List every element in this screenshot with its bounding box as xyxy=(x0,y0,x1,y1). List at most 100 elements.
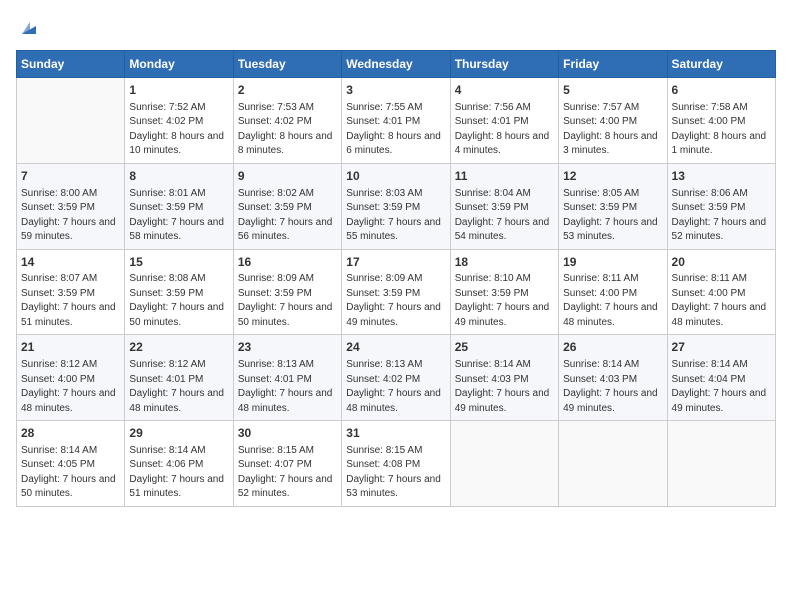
day-number: 1 xyxy=(129,82,228,99)
day-info: Sunrise: 8:10 AMSunset: 3:59 PMDaylight:… xyxy=(455,272,554,330)
day-info: Sunrise: 8:07 AMSunset: 3:59 PMDaylight:… xyxy=(21,272,120,330)
day-number: 28 xyxy=(21,425,120,442)
day-cell: 21 Sunrise: 8:12 AMSunset: 4:00 PMDayligh… xyxy=(17,335,125,421)
day-number: 23 xyxy=(238,339,337,356)
day-number: 31 xyxy=(346,425,445,442)
logo-icon xyxy=(18,16,40,38)
day-cell: 4 Sunrise: 7:56 AMSunset: 4:01 PMDaylight… xyxy=(450,78,558,164)
day-info: Sunrise: 8:15 AMSunset: 4:07 PMDaylight:… xyxy=(238,444,337,502)
day-info: Sunrise: 8:05 AMSunset: 3:59 PMDaylight:… xyxy=(563,187,662,245)
day-cell xyxy=(450,421,558,507)
day-info: Sunrise: 8:06 AMSunset: 3:59 PMDaylight:… xyxy=(672,187,771,245)
day-info: Sunrise: 8:03 AMSunset: 3:59 PMDaylight:… xyxy=(346,187,445,245)
header-cell-monday: Monday xyxy=(125,51,233,78)
day-info: Sunrise: 7:55 AMSunset: 4:01 PMDaylight:… xyxy=(346,101,445,159)
logo xyxy=(16,16,40,38)
day-number: 15 xyxy=(129,254,228,271)
week-row-1: 1 Sunrise: 7:52 AMSunset: 4:02 PMDaylight… xyxy=(17,78,776,164)
day-cell xyxy=(559,421,667,507)
header-cell-saturday: Saturday xyxy=(667,51,775,78)
day-cell: 20Sunrise: 8:11 AMSunset: 4:00 PMDayligh… xyxy=(667,249,775,335)
week-row-4: 21 Sunrise: 8:12 AMSunset: 4:00 PMDayligh… xyxy=(17,335,776,421)
day-info: Sunrise: 8:08 AMSunset: 3:59 PMDaylight:… xyxy=(129,272,228,330)
day-number: 16 xyxy=(238,254,337,271)
day-info: Sunrise: 8:12 AMSunset: 4:00 PMDaylight:… xyxy=(21,358,120,416)
day-info: Sunrise: 8:00 AMSunset: 3:59 PMDaylight:… xyxy=(21,187,120,245)
calendar-table: SundayMondayTuesdayWednesdayThursdayFrid… xyxy=(16,50,776,507)
day-cell: 1 Sunrise: 7:52 AMSunset: 4:02 PMDaylight… xyxy=(125,78,233,164)
day-cell: 14Sunrise: 8:07 AMSunset: 3:59 PMDayligh… xyxy=(17,249,125,335)
day-info: Sunrise: 7:53 AMSunset: 4:02 PMDaylight:… xyxy=(238,101,337,159)
day-number: 11 xyxy=(455,168,554,185)
day-number: 21 xyxy=(21,339,120,356)
day-number: 27 xyxy=(672,339,771,356)
day-info: Sunrise: 8:14 AMSunset: 4:06 PMDaylight:… xyxy=(129,444,228,502)
day-number: 6 xyxy=(672,82,771,99)
day-number: 19 xyxy=(563,254,662,271)
day-info: Sunrise: 8:14 AMSunset: 4:04 PMDaylight:… xyxy=(672,358,771,416)
day-cell: 12 Sunrise: 8:05 AMSunset: 3:59 PMDayligh… xyxy=(559,163,667,249)
day-number: 17 xyxy=(346,254,445,271)
header-cell-friday: Friday xyxy=(559,51,667,78)
day-number: 22 xyxy=(129,339,228,356)
day-number: 30 xyxy=(238,425,337,442)
day-info: Sunrise: 8:11 AMSunset: 4:00 PMDaylight:… xyxy=(672,272,771,330)
day-info: Sunrise: 8:13 AMSunset: 4:01 PMDaylight:… xyxy=(238,358,337,416)
day-number: 14 xyxy=(21,254,120,271)
day-cell: 22 Sunrise: 8:12 AMSunset: 4:01 PMDayligh… xyxy=(125,335,233,421)
day-number: 26 xyxy=(563,339,662,356)
week-row-2: 7 Sunrise: 8:00 AMSunset: 3:59 PMDaylight… xyxy=(17,163,776,249)
day-cell: 27 Sunrise: 8:14 AMSunset: 4:04 PMDayligh… xyxy=(667,335,775,421)
week-row-5: 28 Sunrise: 8:14 AMSunset: 4:05 PMDayligh… xyxy=(17,421,776,507)
day-cell: 9Sunrise: 8:02 AMSunset: 3:59 PMDaylight… xyxy=(233,163,341,249)
day-number: 7 xyxy=(21,168,120,185)
day-info: Sunrise: 7:58 AMSunset: 4:00 PMDaylight:… xyxy=(672,101,771,159)
day-cell: 2 Sunrise: 7:53 AMSunset: 4:02 PMDaylight… xyxy=(233,78,341,164)
day-cell: 23 Sunrise: 8:13 AMSunset: 4:01 PMDayligh… xyxy=(233,335,341,421)
day-cell xyxy=(667,421,775,507)
day-cell: 24 Sunrise: 8:13 AMSunset: 4:02 PMDayligh… xyxy=(342,335,450,421)
day-cell: 11 Sunrise: 8:04 AMSunset: 3:59 PMDayligh… xyxy=(450,163,558,249)
day-cell: 10Sunrise: 8:03 AMSunset: 3:59 PMDayligh… xyxy=(342,163,450,249)
week-row-3: 14Sunrise: 8:07 AMSunset: 3:59 PMDayligh… xyxy=(17,249,776,335)
day-number: 29 xyxy=(129,425,228,442)
header-row: SundayMondayTuesdayWednesdayThursdayFrid… xyxy=(17,51,776,78)
day-cell: 29 Sunrise: 8:14 AMSunset: 4:06 PMDayligh… xyxy=(125,421,233,507)
day-info: Sunrise: 7:57 AMSunset: 4:00 PMDaylight:… xyxy=(563,101,662,159)
day-number: 8 xyxy=(129,168,228,185)
day-cell: 5 Sunrise: 7:57 AMSunset: 4:00 PMDaylight… xyxy=(559,78,667,164)
day-number: 12 xyxy=(563,168,662,185)
day-cell: 19Sunrise: 8:11 AMSunset: 4:00 PMDayligh… xyxy=(559,249,667,335)
day-info: Sunrise: 8:04 AMSunset: 3:59 PMDaylight:… xyxy=(455,187,554,245)
day-cell: 6 Sunrise: 7:58 AMSunset: 4:00 PMDaylight… xyxy=(667,78,775,164)
day-info: Sunrise: 8:02 AMSunset: 3:59 PMDaylight:… xyxy=(238,187,337,245)
day-number: 18 xyxy=(455,254,554,271)
day-info: Sunrise: 8:14 AMSunset: 4:03 PMDaylight:… xyxy=(455,358,554,416)
day-number: 3 xyxy=(346,82,445,99)
day-info: Sunrise: 8:09 AMSunset: 3:59 PMDaylight:… xyxy=(238,272,337,330)
day-cell: 15Sunrise: 8:08 AMSunset: 3:59 PMDayligh… xyxy=(125,249,233,335)
day-cell: 28 Sunrise: 8:14 AMSunset: 4:05 PMDayligh… xyxy=(17,421,125,507)
day-info: Sunrise: 7:56 AMSunset: 4:01 PMDaylight:… xyxy=(455,101,554,159)
day-cell: 13Sunrise: 8:06 AMSunset: 3:59 PMDayligh… xyxy=(667,163,775,249)
day-cell: 3 Sunrise: 7:55 AMSunset: 4:01 PMDaylight… xyxy=(342,78,450,164)
header-cell-sunday: Sunday xyxy=(17,51,125,78)
day-info: Sunrise: 8:15 AMSunset: 4:08 PMDaylight:… xyxy=(346,444,445,502)
day-number: 4 xyxy=(455,82,554,99)
page-header xyxy=(16,16,776,38)
day-cell: 17Sunrise: 8:09 AMSunset: 3:59 PMDayligh… xyxy=(342,249,450,335)
day-cell: 30 Sunrise: 8:15 AMSunset: 4:07 PMDayligh… xyxy=(233,421,341,507)
day-info: Sunrise: 8:14 AMSunset: 4:05 PMDaylight:… xyxy=(21,444,120,502)
day-cell: 25Sunrise: 8:14 AMSunset: 4:03 PMDayligh… xyxy=(450,335,558,421)
day-number: 5 xyxy=(563,82,662,99)
header-cell-thursday: Thursday xyxy=(450,51,558,78)
day-info: Sunrise: 7:52 AMSunset: 4:02 PMDaylight:… xyxy=(129,101,228,159)
day-number: 24 xyxy=(346,339,445,356)
day-info: Sunrise: 8:12 AMSunset: 4:01 PMDaylight:… xyxy=(129,358,228,416)
day-number: 2 xyxy=(238,82,337,99)
day-number: 20 xyxy=(672,254,771,271)
day-cell xyxy=(17,78,125,164)
day-info: Sunrise: 8:13 AMSunset: 4:02 PMDaylight:… xyxy=(346,358,445,416)
day-info: Sunrise: 8:09 AMSunset: 3:59 PMDaylight:… xyxy=(346,272,445,330)
header-cell-wednesday: Wednesday xyxy=(342,51,450,78)
